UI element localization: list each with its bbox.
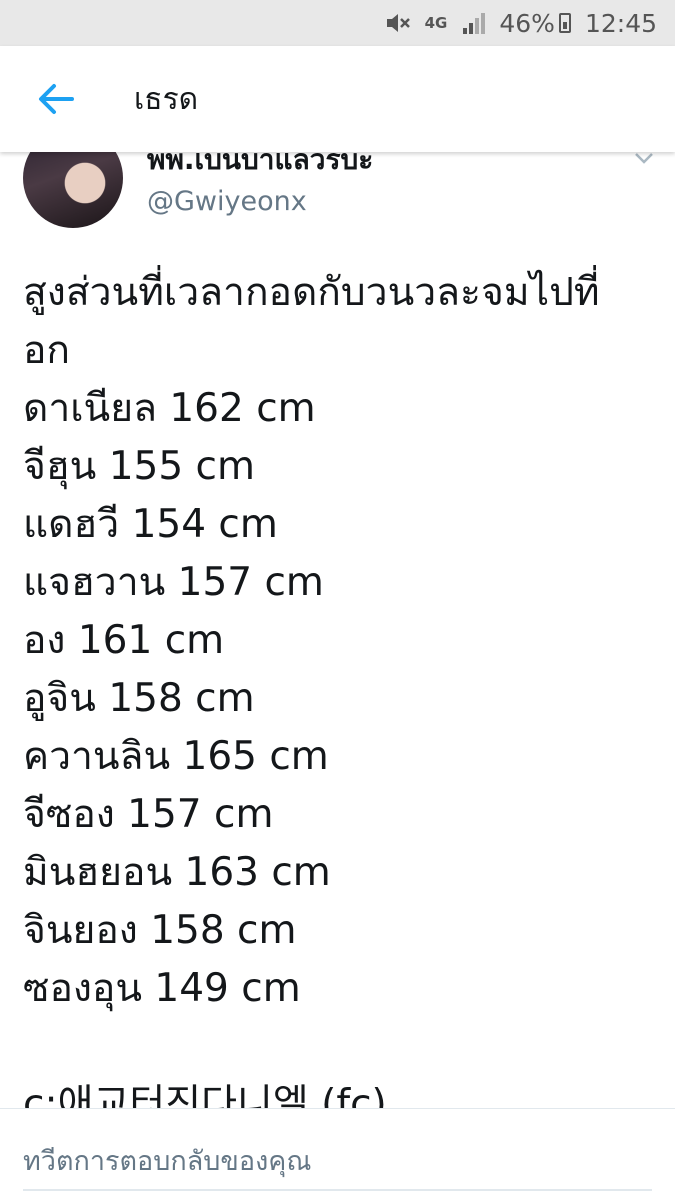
clock: 12:45 — [584, 8, 657, 38]
battery-icon — [558, 13, 571, 33]
mute-icon — [385, 11, 411, 35]
arrow-left-icon — [39, 84, 74, 114]
tweet-handle[interactable]: @Gwiyeonx — [147, 186, 307, 217]
network-type-label: 4G — [424, 14, 448, 32]
tweet-line: ควานลิน 165 cm — [23, 734, 329, 779]
tweet-line: อง 161 cm — [23, 618, 225, 663]
tweet-line: มินฮยอน 163 cm — [23, 850, 331, 895]
tweet-line: สูงส่วนที่เวลากอดกับวนวละจมไปที่ — [23, 270, 600, 315]
signal-icon — [461, 12, 486, 34]
status-bar: 4G 46% 12:45 — [0, 0, 675, 46]
chevron-down-icon[interactable] — [632, 152, 656, 170]
tweet-line: c:애교터진다니엘 (fc) — [23, 1082, 387, 1110]
app-bar: เธรด — [0, 46, 675, 152]
reply-input[interactable]: ทวีตการตอบกลับของคุณ — [23, 1139, 311, 1182]
tweet-line: อูจิน 158 cm — [23, 676, 255, 721]
tweet-line: แจฮวาน 157 cm — [23, 560, 324, 605]
tweet-text: สูงส่วนที่เวลากอดกับวนวละจมไปที่ อก ดาเน… — [23, 264, 663, 1110]
tweet-line: อก — [23, 328, 71, 373]
tweet-line: ซองอุน 149 cm — [23, 966, 301, 1011]
tweet-line — [23, 1018, 663, 1076]
tweet-line: จินยอง 158 cm — [23, 908, 297, 953]
page-title: เธรด — [134, 81, 199, 117]
tweet-line: แดฮวี 154 cm — [23, 502, 278, 547]
avatar[interactable] — [23, 152, 123, 228]
battery-indicator: 46% — [499, 9, 571, 38]
divider — [23, 1189, 652, 1191]
tweet-line: จีฮุน 155 cm — [23, 444, 255, 489]
tweet-detail: พพ.เบนบาแลวรบะ @Gwiyeonx สูงส่วนที่เวลาก… — [0, 152, 675, 1110]
back-button[interactable] — [26, 69, 86, 129]
network-type-icon: 4G — [424, 14, 448, 32]
reply-composer: ทวีตการตอบกลับของคุณ — [0, 1108, 675, 1201]
battery-percent: 46% — [499, 8, 555, 38]
tweet-line: จีซอง 157 cm — [23, 792, 274, 837]
tweet-line: ดาเนียล 162 cm — [23, 386, 316, 431]
tweet-display-name[interactable]: พพ.เบนบาแลวรบะ — [147, 152, 373, 182]
